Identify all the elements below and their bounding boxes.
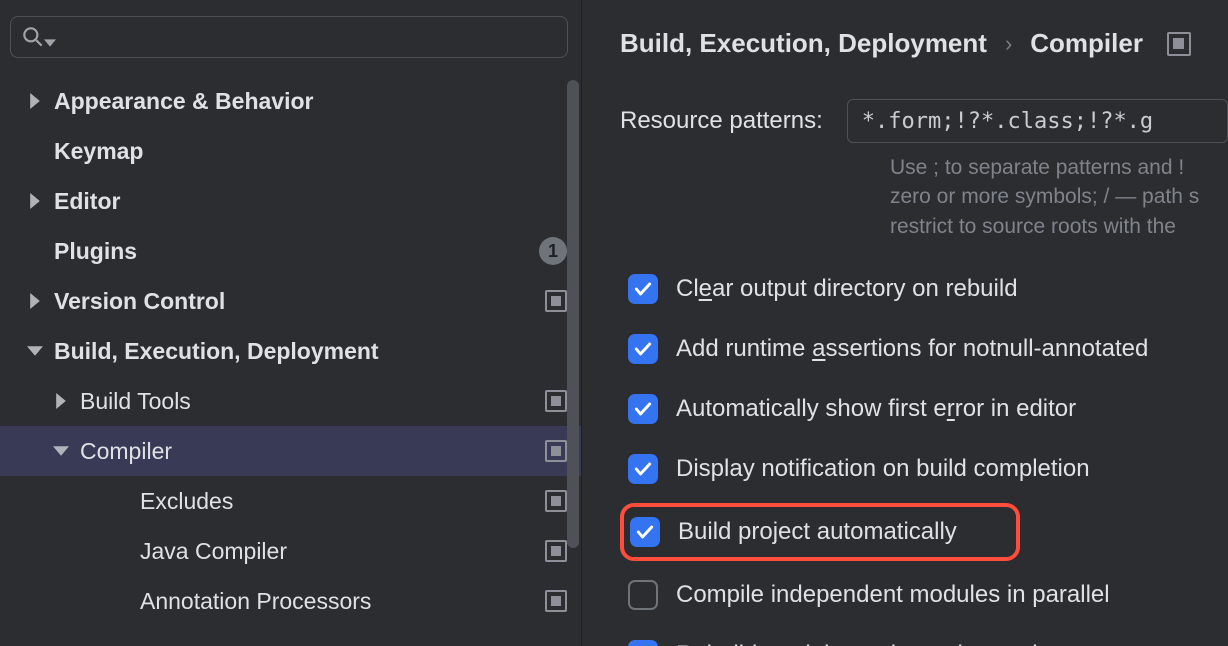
hint-line: zero or more symbols; / — path s xyxy=(890,182,1228,211)
chevron-down-icon[interactable] xyxy=(48,438,74,464)
search-input[interactable] xyxy=(10,16,568,58)
search-wrap xyxy=(0,8,581,72)
tree-item-label: Build, Execution, Deployment xyxy=(54,338,379,365)
checkbox-row[interactable]: Clear output directory on rebuild xyxy=(620,263,1228,315)
breadcrumb-parent[interactable]: Build, Execution, Deployment xyxy=(620,28,987,59)
checkbox[interactable] xyxy=(630,517,660,547)
tree-item-editor[interactable]: Editor xyxy=(0,176,581,226)
checkbox-label: Add runtime assertions for notnull-annot… xyxy=(676,335,1148,363)
checkbox-label: Rebuild module on dependency change xyxy=(676,641,1099,646)
hint-line: Use ; to separate patterns and ! xyxy=(890,153,1228,182)
checkbox-label: Display notification on build completion xyxy=(676,455,1090,483)
tree-item-label: Excludes xyxy=(140,488,233,515)
checkbox-label: Automatically show first error in editor xyxy=(676,395,1076,423)
breadcrumb-current: Compiler xyxy=(1030,28,1143,59)
project-scope-icon xyxy=(545,490,567,512)
tree-item-java-compiler[interactable]: Java Compiler xyxy=(0,526,581,576)
checkbox-row[interactable]: Build project automatically xyxy=(620,503,1020,561)
breadcrumb-separator: › xyxy=(1005,31,1012,57)
tree-item-annotation-processors[interactable]: Annotation Processors xyxy=(0,576,581,626)
search-icon xyxy=(20,24,56,50)
chevron-right-icon[interactable] xyxy=(22,288,48,314)
project-scope-icon xyxy=(545,290,567,312)
chevron-right-icon[interactable] xyxy=(22,188,48,214)
tree-item-excludes[interactable]: Excludes xyxy=(0,476,581,526)
checkbox[interactable] xyxy=(628,274,658,304)
scrollbar-thumb[interactable] xyxy=(567,80,579,548)
tree-item-compiler[interactable]: Compiler xyxy=(0,426,581,476)
checkbox-label: Build project automatically xyxy=(678,518,957,546)
checkbox-row[interactable]: Compile independent modules in parallel xyxy=(620,569,1228,621)
tree-item-label: Keymap xyxy=(54,138,143,165)
tree-item-label: Plugins xyxy=(54,238,137,265)
tree-item-label: Compiler xyxy=(80,438,172,465)
tree-item-label: Appearance & Behavior xyxy=(54,88,313,115)
hint-line: restrict to source roots with the xyxy=(890,212,1228,241)
tree-item-label: Editor xyxy=(54,188,120,215)
checkbox[interactable] xyxy=(628,334,658,364)
tree-item-label: Java Compiler xyxy=(140,538,287,565)
checkbox-row[interactable]: Display notification on build completion xyxy=(620,443,1228,495)
chevron-down-icon[interactable] xyxy=(22,338,48,364)
checkbox-label: Compile independent modules in parallel xyxy=(676,581,1110,609)
tree-item-build-tools[interactable]: Build Tools xyxy=(0,376,581,426)
chevron-right-icon[interactable] xyxy=(22,88,48,114)
checkbox[interactable] xyxy=(628,394,658,424)
checkbox[interactable] xyxy=(628,640,658,646)
checkbox-row[interactable]: Rebuild module on dependency change xyxy=(620,629,1228,646)
tree-item-version-control[interactable]: Version Control xyxy=(0,276,581,326)
chevron-right-icon[interactable] xyxy=(48,388,74,414)
settings-main: Build, Execution, Deployment › Compiler … xyxy=(582,0,1228,646)
project-scope-icon xyxy=(545,540,567,562)
update-badge: 1 xyxy=(539,237,567,265)
checkbox-row[interactable]: Add runtime assertions for notnull-annot… xyxy=(620,323,1228,375)
checkbox[interactable] xyxy=(628,454,658,484)
tree-item-label: Build Tools xyxy=(80,388,191,415)
tree-item-label: Annotation Processors xyxy=(140,588,371,615)
checkbox-row[interactable]: Automatically show first error in editor xyxy=(620,383,1228,435)
tree-item-build-execution-deployment[interactable]: Build, Execution, Deployment xyxy=(0,326,581,376)
settings-sidebar: Appearance & Behavior Keymap Editor Plugins… xyxy=(0,0,582,646)
tree-item-appearance-behavior[interactable]: Appearance & Behavior xyxy=(0,76,581,126)
settings-window: Appearance & Behavior Keymap Editor Plugins… xyxy=(0,0,1228,646)
breadcrumb: Build, Execution, Deployment › Compiler xyxy=(620,28,1228,59)
tree-item-keymap[interactable]: Keymap xyxy=(0,126,581,176)
tree-item-plugins[interactable]: Plugins 1 xyxy=(0,226,581,276)
resource-patterns-label: Resource patterns: xyxy=(620,107,823,135)
tree-item-label: Version Control xyxy=(54,288,225,315)
compiler-options-list: Clear output directory on rebuild Add run… xyxy=(620,263,1228,646)
project-scope-icon xyxy=(545,590,567,612)
settings-tree: Appearance & Behavior Keymap Editor Plugins… xyxy=(0,72,581,646)
resource-patterns-row: Resource patterns: xyxy=(620,99,1228,143)
project-scope-icon xyxy=(545,390,567,412)
project-scope-icon xyxy=(1167,32,1191,56)
checkbox[interactable] xyxy=(628,580,658,610)
resource-patterns-hint: Use ; to separate patterns and ! zero or… xyxy=(890,153,1228,241)
resource-patterns-input[interactable] xyxy=(847,99,1228,143)
project-scope-icon xyxy=(545,440,567,462)
checkbox-label: Clear output directory on rebuild xyxy=(676,275,1018,303)
